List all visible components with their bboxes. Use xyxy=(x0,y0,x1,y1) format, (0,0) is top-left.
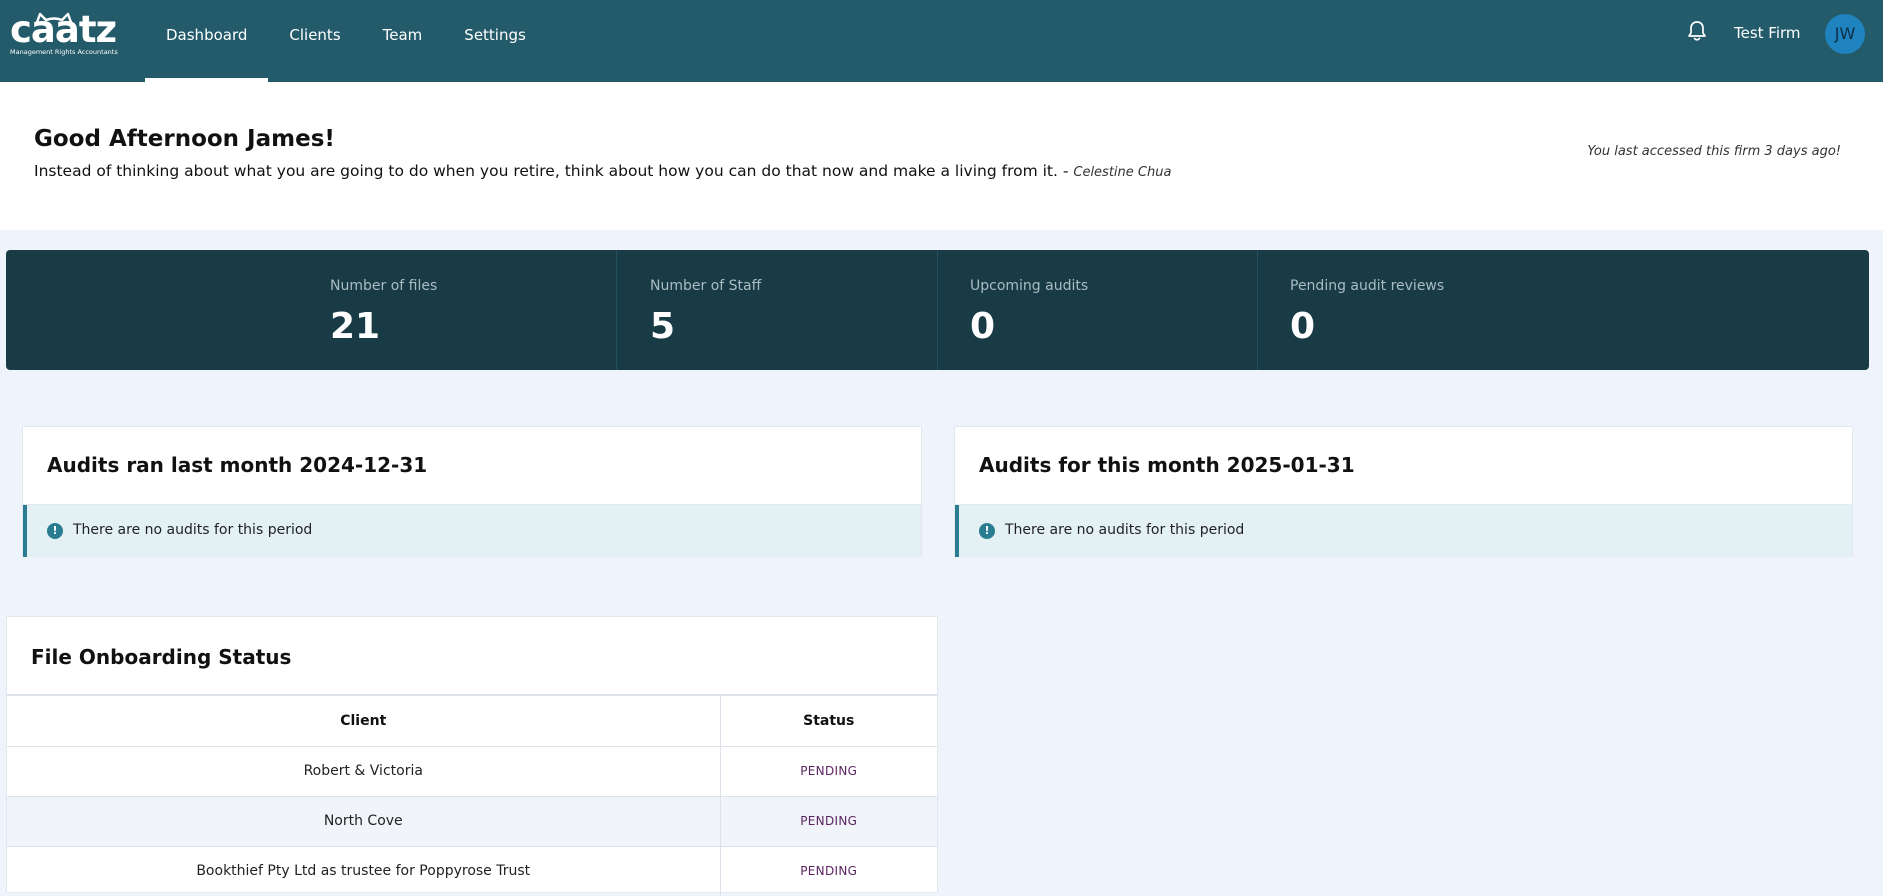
last-access-note: You last accessed this firm 3 days ago! xyxy=(1587,144,1841,159)
nav-team[interactable]: Team xyxy=(362,0,444,82)
stat-label: Upcoming audits xyxy=(970,278,1089,294)
stat-divider xyxy=(937,250,938,370)
empty-audits-alert: ! There are no audits for this period xyxy=(955,505,1852,557)
status-cell: PENDING xyxy=(720,795,937,846)
status-badge: PENDING xyxy=(800,814,858,828)
empty-audits-alert: ! There are no audits for this period xyxy=(23,505,921,557)
stat-number-of-files: Number of files 21 xyxy=(330,250,650,370)
card-title: Audits for this month 2025-01-31 xyxy=(979,453,1355,477)
stat-value: 5 xyxy=(650,306,676,347)
quote-author: Celestine Chua xyxy=(1073,165,1172,180)
quote-text: Instead of thinking about what you are g… xyxy=(34,162,1069,180)
alert-message: There are no audits for this period xyxy=(73,522,313,538)
info-icon: ! xyxy=(979,523,995,539)
status-cell: PENDING xyxy=(720,745,937,796)
bell-icon xyxy=(1688,21,1706,41)
firm-switcher[interactable]: Test Firm xyxy=(1734,24,1801,42)
user-avatar[interactable]: JW xyxy=(1825,14,1865,54)
table-header-row: Client Status xyxy=(7,694,937,746)
stat-upcoming-audits: Upcoming audits 0 xyxy=(970,250,1290,370)
table-row[interactable]: Bookthief Pty Ltd as trustee for Poppyro… xyxy=(7,845,937,896)
stat-pending-audit-reviews: Pending audit reviews 0 xyxy=(1290,250,1610,370)
nav-dashboard[interactable]: Dashboard xyxy=(145,0,269,82)
info-icon: ! xyxy=(47,523,63,539)
alert-message: There are no audits for this period xyxy=(1005,522,1245,538)
stat-divider xyxy=(1257,250,1258,370)
stat-value: 21 xyxy=(330,306,381,347)
stat-value: 0 xyxy=(970,306,996,347)
nav-settings[interactable]: Settings xyxy=(443,0,547,82)
notifications-button[interactable] xyxy=(1687,20,1709,44)
status-cell: PENDING xyxy=(720,845,937,896)
top-navigation-bar: caatz Management Rights Accountants Dash… xyxy=(0,0,1883,82)
quote: Instead of thinking about what you are g… xyxy=(34,162,1171,180)
table-row[interactable]: Robert & Victoria PENDING xyxy=(7,745,937,796)
file-onboarding-card: File Onboarding Status Client Status Rob… xyxy=(6,616,938,896)
stat-label: Number of files xyxy=(330,278,438,294)
greeting-title: Good Afternoon James! xyxy=(34,126,335,152)
card-title: Audits ran last month 2024-12-31 xyxy=(47,453,428,477)
status-badge: PENDING xyxy=(800,764,858,778)
file-onboarding-table: Client Status Robert & Victoria PENDING … xyxy=(7,694,937,896)
greeting-panel: Good Afternoon James! Instead of thinkin… xyxy=(0,82,1883,230)
stats-panel: Number of files 21 Number of Staff 5 Upc… xyxy=(6,250,1869,370)
card-title: File Onboarding Status xyxy=(31,645,292,669)
stat-value: 0 xyxy=(1290,306,1316,347)
column-header-status[interactable]: Status xyxy=(720,694,937,746)
nav-clients[interactable]: Clients xyxy=(268,0,361,82)
stat-divider xyxy=(616,250,617,370)
client-cell: Bookthief Pty Ltd as trustee for Poppyro… xyxy=(7,845,721,896)
stat-number-of-staff: Number of Staff 5 xyxy=(650,250,970,370)
caatz-logo[interactable]: caatz Management Rights Accountants xyxy=(10,8,118,58)
audits-last-month-card: Audits ran last month 2024-12-31 ! There… xyxy=(22,426,922,557)
main-nav: Dashboard Clients Team Settings xyxy=(145,0,547,82)
stat-label: Pending audit reviews xyxy=(1290,278,1445,294)
logo-tagline: Management Rights Accountants xyxy=(10,48,118,56)
status-badge: PENDING xyxy=(800,864,858,879)
client-cell: North Cove xyxy=(7,795,721,846)
client-cell: Robert & Victoria xyxy=(7,745,721,796)
table-row[interactable]: North Cove PENDING xyxy=(7,795,937,846)
stat-label: Number of Staff xyxy=(650,278,762,294)
column-header-client[interactable]: Client xyxy=(7,694,721,746)
logo-wordmark: caatz xyxy=(10,8,117,51)
audits-this-month-card: Audits for this month 2025-01-31 ! There… xyxy=(954,426,1853,557)
